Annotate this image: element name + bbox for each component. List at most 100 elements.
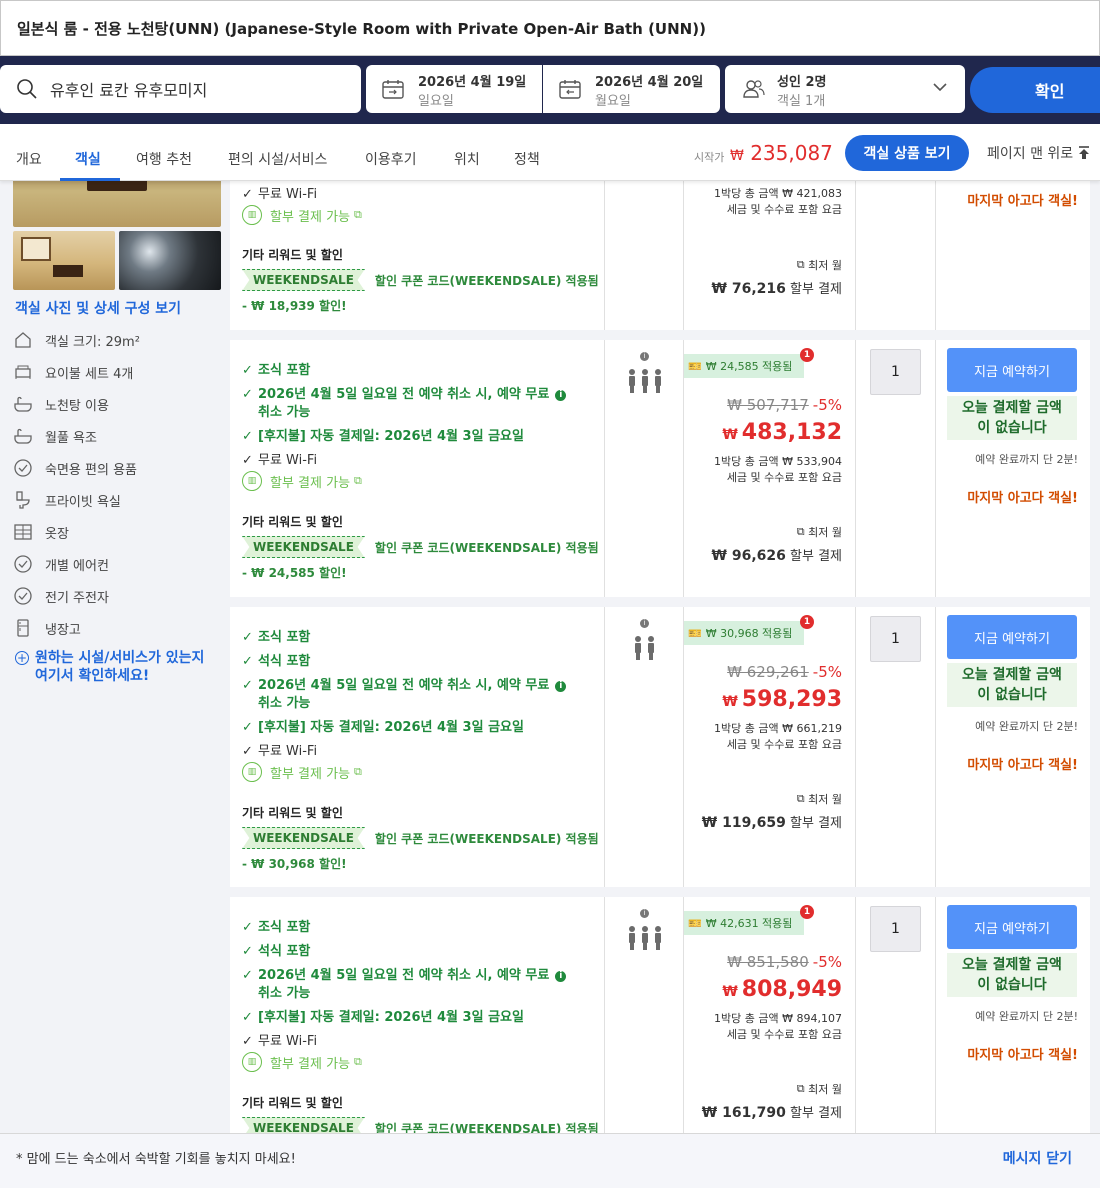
coupon-applied-badge: 🎫 ₩ 42,631 적용됨: [684, 911, 805, 935]
tax-included-label: 세금 및 수수료 포함 요금: [726, 738, 842, 751]
ticket-icon: 🎫: [688, 916, 702, 930]
coupon-applied-badge: 🎫 ₩ 30,968 적용됨: [684, 621, 805, 645]
occupancy-field[interactable]: 성인 2명 객실 1개: [725, 65, 965, 113]
action-cell: 지금 예약하기 오늘 결제할 금액 이 없습니다 예약 완료까지 단 2분! 마지…: [936, 607, 1090, 887]
room-offer-row: ✓ 조식 포함 ✓ 석식 포함 ✓ 2026년 4월 5일 일요일 전 예약 취소 시…: [230, 897, 1090, 1133]
coupon-tag: WEEKENDSALE: [242, 827, 365, 849]
book-now-button[interactable]: 지금 예약하기: [947, 905, 1077, 949]
amenity-label: 냉장고: [45, 622, 81, 638]
final-price-value: 808,949: [741, 977, 842, 1002]
room-photos-link[interactable]: 객실 사진 및 상세 구성 보기: [15, 298, 181, 318]
occupancy-cell: i: [605, 607, 684, 887]
tab-overview[interactable]: 개요: [16, 149, 42, 169]
benefits-cell: ✓ 조식 포함 ✓ 석식 포함 ✓ 2026년 4월 5일 일요일 전 예약 취소 시…: [230, 607, 605, 887]
amenity-wardrobe: 옷장: [13, 522, 69, 542]
final-price-value: 483,132: [741, 420, 842, 445]
installment-available[interactable]: ▥ 할부 결제 가능 ⧉: [242, 762, 362, 782]
installment-available[interactable]: ▥ 할부 결제 가능 ⧉: [242, 1052, 362, 1072]
installment-available[interactable]: ▥ 할부 결제 가능 ⧉: [242, 471, 362, 491]
benefit-label: 무료 Wi-Fi: [258, 453, 318, 468]
installment-icon: ▥: [242, 762, 262, 782]
coupon-description: 할인 쿠폰 코드(WEEKENDSALE) 적용됨: [374, 1121, 599, 1134]
room-quantity-select[interactable]: 1: [870, 616, 921, 662]
destination-field[interactable]: 유후인 료칸 유후모미지: [0, 65, 361, 113]
find-facilities-link[interactable]: + 원하는 시설/서비스가 있는지 여기서 확인하세요!: [15, 649, 204, 685]
info-icon[interactable]: i: [640, 909, 649, 918]
checkout-date: 2026년 4월 20일: [595, 75, 704, 90]
coupon-applied: WEEKENDSALE 할인 쿠폰 코드(WEEKENDSALE) 적용됨: [242, 536, 599, 558]
external-link-icon: ⧉: [796, 258, 809, 271]
info-icon[interactable]: i: [555, 971, 567, 982]
info-icon[interactable]: i: [640, 619, 649, 628]
booking-time-notice: 예약 완료까지 단 2분!: [975, 1010, 1078, 1023]
bath-photo-thumb[interactable]: [119, 231, 221, 290]
tab-location[interactable]: 위치: [454, 149, 480, 169]
checkin-field[interactable]: 2026년 4월 19일 일요일: [366, 65, 542, 113]
checkin-day: 일요일: [418, 94, 454, 109]
benefit-label: 조식 포함: [258, 363, 311, 378]
close-message-button[interactable]: 메시지 닫기: [1003, 1148, 1072, 1168]
tab-facilities[interactable]: 편의 시설/서비스: [228, 149, 327, 169]
original-price-value: ₩ 629,261: [727, 663, 809, 681]
tab-recommendations[interactable]: 여행 추천: [136, 149, 192, 169]
amenity-label: 월풀 욕조: [45, 430, 97, 446]
back-to-top-link[interactable]: 페이지 맨 위로: [987, 143, 1091, 163]
room-quantity-select[interactable]: 1: [870, 349, 921, 395]
monthly-value: ₩ 76,216: [711, 281, 786, 297]
room-quantity-select[interactable]: 1: [870, 906, 921, 952]
monthly-payment: ₩ 161,790 할부 결제: [702, 1102, 842, 1121]
benefit-item: ✓ 무료 Wi-Fi: [242, 187, 318, 202]
per-night-total: 1박당 총 금액 ₩ 533,904 세금 및 수수료 포함 요금: [714, 454, 842, 486]
calendar-checkin-icon: [382, 80, 404, 99]
info-icon[interactable]: i: [555, 390, 567, 401]
price-from: ₩ 235,087: [730, 141, 833, 165]
original-price: ₩ 629,261 -5%: [727, 663, 842, 681]
original-price: ₩ 851,580 -5%: [727, 953, 842, 971]
room-photo-main[interactable]: [13, 181, 221, 227]
coupon-applied: WEEKENDSALE 할인 쿠폰 코드(WEEKENDSALE) 적용됨: [242, 1117, 599, 1133]
final-price-currency: ₩: [722, 694, 738, 710]
pay-now-line1: 오늘 결제할 금액: [962, 667, 1062, 683]
monthly-value: ₩ 161,790: [701, 1105, 786, 1121]
room-photo-thumb[interactable]: [13, 231, 115, 290]
benefit-label: 무료 Wi-Fi: [258, 1034, 318, 1049]
amenity-label: 옷장: [45, 526, 69, 542]
plus-circle-icon: +: [15, 651, 29, 665]
coupon-applied: WEEKENDSALE 할인 쿠폰 코드(WEEKENDSALE) 적용됨: [242, 269, 599, 291]
info-icon[interactable]: i: [640, 352, 649, 361]
book-now-button[interactable]: 지금 예약하기: [947, 615, 1077, 659]
room-title: 일본식 룸 - 전용 노천탕(UNN) (Japanese-Style Room…: [17, 19, 706, 38]
per-night-value: 1박당 총 금액 ₩ 661,219: [714, 722, 842, 735]
external-link-icon: ⧉: [796, 792, 809, 805]
checkout-field[interactable]: 2026년 4월 20일 월요일: [543, 65, 720, 113]
tab-policies[interactable]: 정책: [514, 149, 540, 169]
tab-reviews[interactable]: 이용후기: [365, 149, 417, 169]
external-link-icon: ⧉: [354, 474, 362, 487]
confirm-search-button[interactable]: 확인: [970, 67, 1100, 113]
installment-icon: ▥: [242, 471, 262, 491]
view-rooms-button[interactable]: 객실 상품 보기: [845, 135, 969, 171]
benefit-item: ✓ 무료 Wi-Fi: [242, 744, 318, 759]
last-room-notice: 마지막 아고다 객실!: [967, 491, 1078, 506]
book-now-button[interactable]: 지금 예약하기: [947, 348, 1077, 392]
original-price-value: ₩ 851,580: [727, 953, 809, 971]
monthly-payment: ₩ 119,659 할부 결제: [702, 812, 842, 831]
amenity-air-conditioning: 개별 에어컨: [13, 554, 109, 574]
per-night-value: 1박당 총 금액 ₩ 421,083: [714, 187, 842, 200]
monthly-label-text: 최저 월: [808, 259, 842, 272]
notification-badge: 1: [800, 615, 814, 629]
benefit-item-continued: 취소 가능: [242, 982, 310, 1001]
applied-amount: ₩ 24,585 적용됨: [705, 360, 793, 373]
monthly-payment: ₩ 96,626 할부 결제: [712, 545, 842, 564]
booking-time-notice: 예약 완료까지 단 2분!: [975, 720, 1078, 733]
rooms-count: 객실 1개: [777, 94, 826, 109]
applied-amount: ₩ 42,631 적용됨: [705, 917, 793, 930]
monthly-suffix: 할부 결제: [790, 549, 842, 564]
arrow-up-icon: [1079, 146, 1090, 159]
discount-percent: -5%: [812, 396, 842, 414]
tab-rooms[interactable]: 객실: [75, 149, 101, 169]
installment-available[interactable]: ▥ 할부 결제 가능 ⧉: [242, 205, 362, 225]
search-icon: [17, 79, 37, 99]
price-cell: 1박당 총 금액 ₩ 421,083 세금 및 수수료 포함 요금 ⧉ 최저 월 …: [684, 181, 856, 330]
info-icon[interactable]: i: [555, 681, 567, 692]
